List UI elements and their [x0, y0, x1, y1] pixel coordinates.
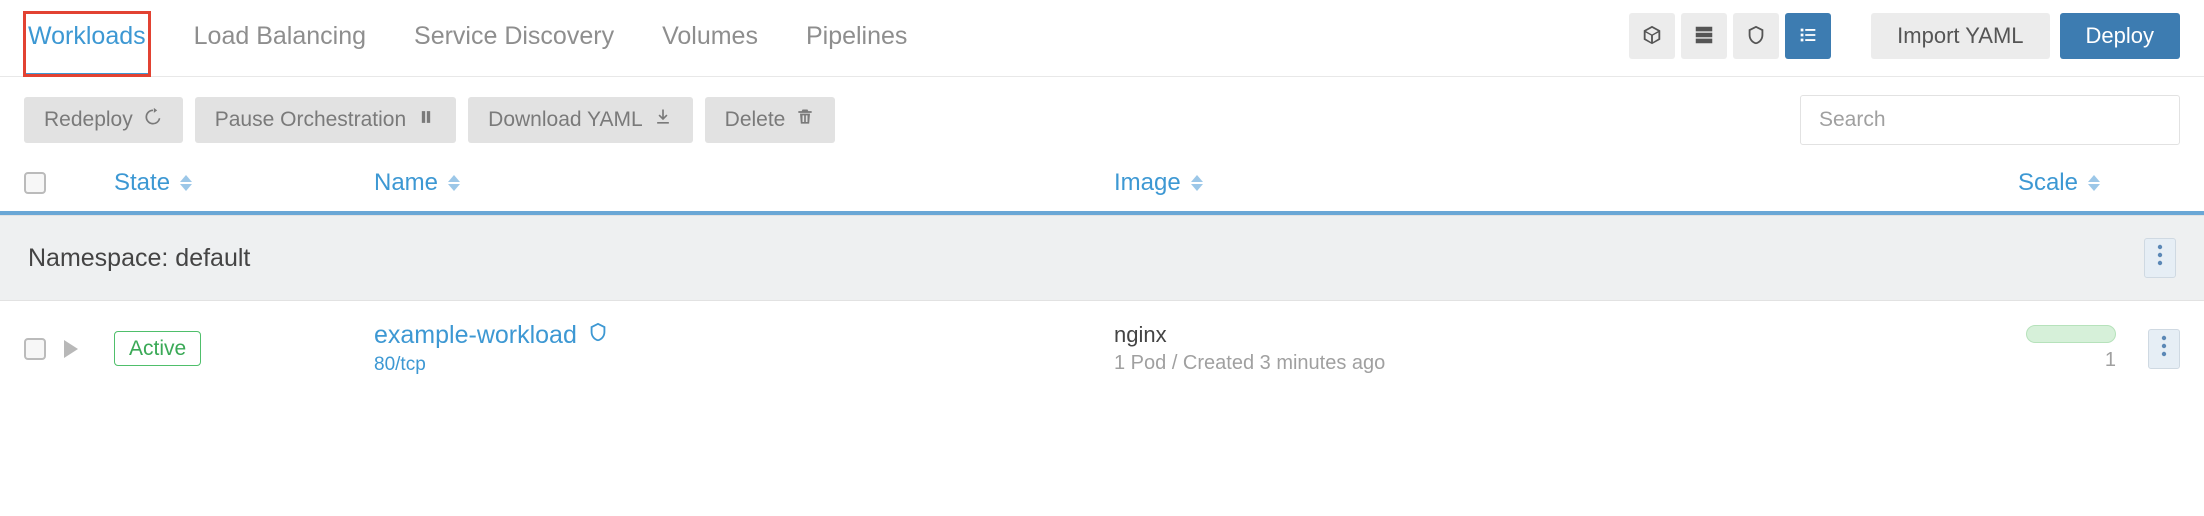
column-image[interactable]: Image [1114, 169, 1774, 197]
pause-label: Pause Orchestration [215, 108, 406, 132]
delete-label: Delete [725, 108, 786, 132]
column-state[interactable]: State [114, 169, 374, 197]
tab-workloads[interactable]: Workloads [24, 12, 150, 76]
import-yaml-button[interactable]: Import YAML [1871, 13, 2049, 59]
expand-caret[interactable] [64, 340, 78, 358]
image-name: nginx [1114, 322, 1774, 348]
namespace-menu-button[interactable] [2144, 238, 2176, 278]
table-row: Active example-workload 80/tcp nginx 1 P… [0, 301, 2204, 396]
kebab-icon [2161, 335, 2167, 363]
tab-service-discovery[interactable]: Service Discovery [410, 12, 618, 76]
trash-icon [795, 107, 815, 133]
redeploy-label: Redeploy [44, 108, 133, 132]
tab-load-balancing[interactable]: Load Balancing [190, 12, 370, 76]
sort-icon [2088, 175, 2100, 191]
namespace-row: Namespace: default [0, 215, 2204, 301]
view-server-button[interactable] [1681, 13, 1727, 59]
select-all-checkbox[interactable] [24, 172, 46, 194]
pause-orchestration-button[interactable]: Pause Orchestration [195, 97, 456, 143]
redo-icon [143, 107, 163, 133]
image-meta: 1 Pod / Created 3 minutes ago [1114, 352, 1774, 375]
namespace-label: Namespace: default [28, 244, 2144, 273]
workload-name-link[interactable]: example-workload [374, 321, 1114, 350]
sort-icon [448, 175, 460, 191]
download-label: Download YAML [488, 108, 642, 132]
pause-icon [416, 107, 436, 133]
download-icon [653, 107, 673, 133]
sort-icon [1191, 175, 1203, 191]
download-yaml-button[interactable]: Download YAML [468, 97, 692, 143]
scale-indicator [2026, 325, 2116, 343]
list-icon [1797, 24, 1819, 49]
redeploy-button[interactable]: Redeploy [24, 97, 183, 143]
namespace-icon [1745, 24, 1767, 49]
row-checkbox[interactable] [24, 338, 46, 360]
workload-port-link[interactable]: 80/tcp [374, 354, 1114, 376]
delete-button[interactable]: Delete [705, 97, 836, 143]
search-input[interactable] [1800, 95, 2180, 145]
workload-name-text: example-workload [374, 321, 577, 350]
column-image-label: Image [1114, 169, 1181, 197]
row-menu-button[interactable] [2148, 329, 2180, 369]
tab-pipelines[interactable]: Pipelines [802, 12, 911, 76]
server-icon [1693, 24, 1715, 49]
kebab-icon [2157, 244, 2163, 272]
deploy-button[interactable]: Deploy [2060, 13, 2180, 59]
view-list-button[interactable] [1785, 13, 1831, 59]
view-namespace-button[interactable] [1733, 13, 1779, 59]
column-name-label: Name [374, 169, 438, 197]
tab-volumes[interactable]: Volumes [658, 12, 762, 76]
column-name[interactable]: Name [374, 169, 1114, 197]
workload-icon [587, 321, 609, 350]
cube-icon [1641, 24, 1663, 49]
sort-icon [180, 175, 192, 191]
status-badge: Active [114, 331, 201, 366]
scale-count: 1 [2105, 349, 2116, 372]
column-scale[interactable]: Scale [1774, 169, 2180, 197]
column-state-label: State [114, 169, 170, 197]
view-cube-button[interactable] [1629, 13, 1675, 59]
column-scale-label: Scale [2018, 169, 2078, 197]
